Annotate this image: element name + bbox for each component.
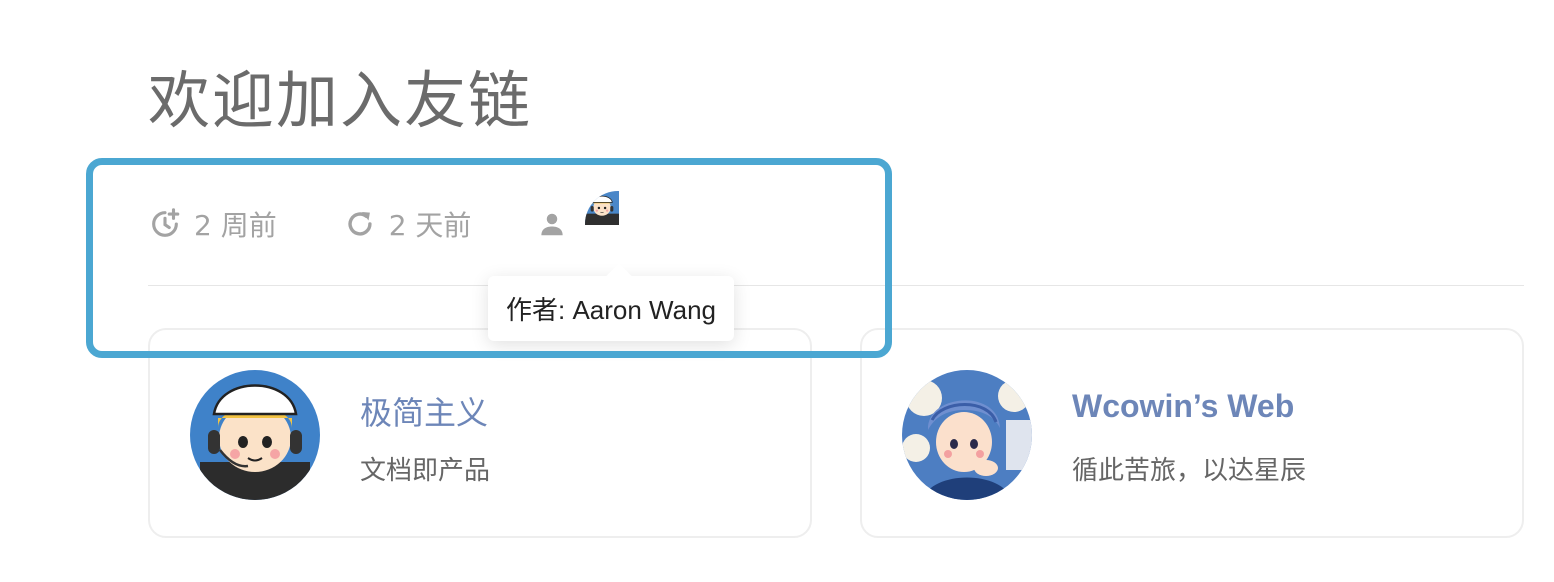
- friend-avatar: [902, 370, 1032, 500]
- friend-link-card[interactable]: 极简主义 文档即产品: [148, 328, 812, 538]
- friend-link-description: 文档即产品: [360, 456, 491, 486]
- friend-link-name[interactable]: 极简主义: [360, 388, 488, 434]
- author-tooltip: 作者: Aaron Wang: [488, 276, 735, 341]
- friend-link-name[interactable]: Wcowin’s Web: [1072, 388, 1294, 425]
- updated-date: 2 天前: [343, 204, 472, 244]
- created-date-text: 2 周前: [194, 209, 277, 242]
- friend-link-card[interactable]: Wcowin’s Web 循此苦旅，以达星辰: [860, 328, 1524, 538]
- page-title: 欢迎加入友链: [148, 64, 533, 137]
- meta-divider: [148, 285, 1524, 286]
- person-icon: [541, 213, 564, 236]
- author-info: [537, 191, 651, 257]
- created-date: 2 周前: [148, 204, 277, 244]
- friend-avatar: [190, 370, 320, 500]
- clock-plus-icon: [152, 208, 180, 237]
- updated-date-text: 2 天前: [388, 209, 472, 242]
- author-avatar[interactable]: [585, 191, 651, 257]
- refresh-icon: [348, 211, 372, 236]
- page-meta-row: 2 周前 2 天前: [148, 188, 651, 260]
- friend-link-description: 循此苦旅，以达星辰: [1072, 456, 1307, 486]
